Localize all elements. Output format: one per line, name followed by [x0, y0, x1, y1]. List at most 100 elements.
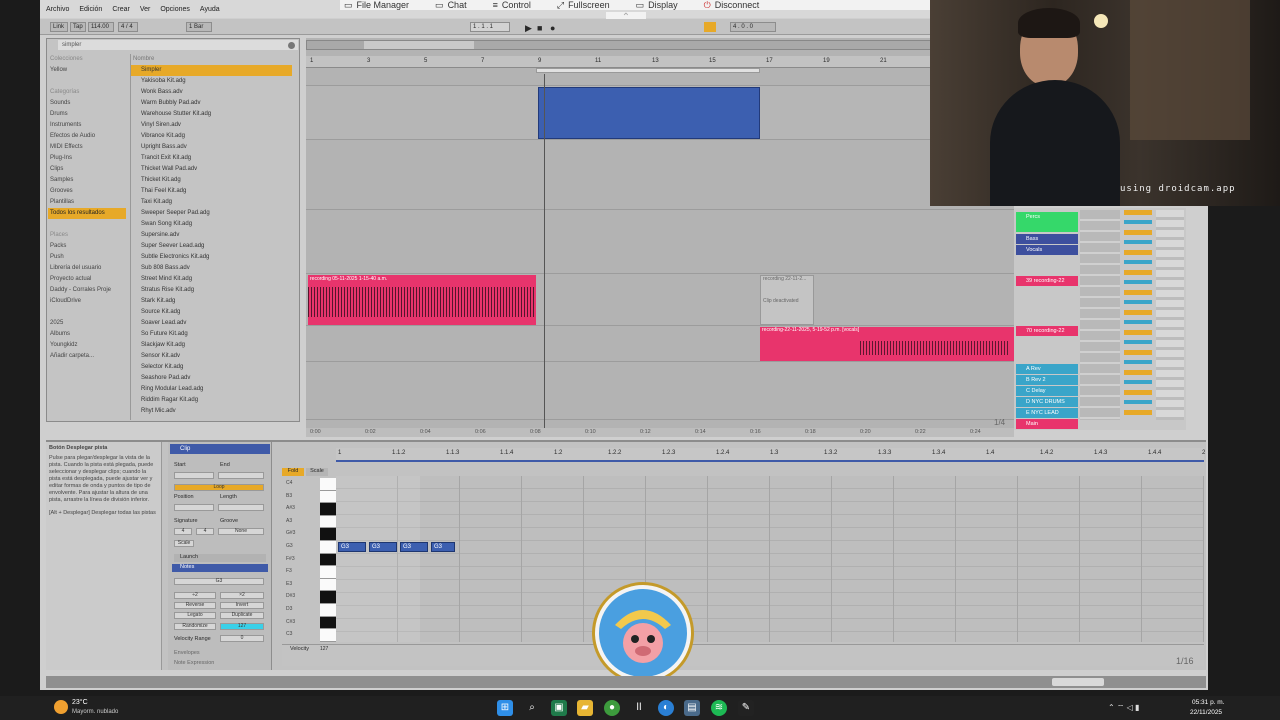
browser-category-item[interactable]: Librería del usuario: [48, 263, 126, 274]
browser-file-item[interactable]: Thicket Kit.adg: [131, 175, 292, 186]
file-list-header[interactable]: Nombre: [131, 54, 292, 65]
browser-file-item[interactable]: So Future Kit.adg: [131, 329, 292, 340]
browser-file-item[interactable]: Vinyl Siren.adv: [131, 120, 292, 131]
playhead[interactable]: [544, 74, 545, 428]
browser-file-item[interactable]: Thicket Wall Pad.adv: [131, 164, 292, 175]
groove-select[interactable]: None: [218, 528, 264, 535]
signature-denominator[interactable]: 4: [196, 528, 214, 535]
browser-file-item[interactable]: Seashore Pad.adv: [131, 373, 292, 384]
browser-category-item[interactable]: Daddy - Corrales Proje: [48, 285, 126, 296]
file-manager-button[interactable]: ▭ File Manager: [344, 0, 409, 11]
black-piano-key[interactable]: [320, 553, 336, 567]
track-header[interactable]: Percs: [1016, 212, 1078, 232]
browser-file-item[interactable]: Ring Modular Lead.adg: [131, 384, 292, 395]
play-button[interactable]: ▶: [525, 23, 532, 34]
signature-numerator[interactable]: 4: [174, 528, 192, 535]
white-piano-key[interactable]: [320, 566, 336, 579]
browser-category-item[interactable]: MIDI Effects: [48, 142, 126, 153]
ableton-icon[interactable]: ǀǀ: [631, 700, 647, 716]
chrome-icon[interactable]: ●: [604, 700, 620, 716]
browser-category-item[interactable]: Instruments: [48, 120, 126, 131]
clock-date[interactable]: 22/11/2025: [1190, 709, 1222, 716]
track-header[interactable]: A Rev: [1016, 364, 1078, 374]
browser-category-item[interactable]: Grooves: [48, 186, 126, 197]
end-field[interactable]: [218, 472, 264, 479]
track-header[interactable]: 70 recording-22: [1016, 326, 1078, 336]
track-lane-vocals[interactable]: [306, 140, 1014, 210]
browser-file-item[interactable]: Wonk Bass.adv: [131, 87, 292, 98]
audio-clip-recording-2[interactable]: recording 22-11-2... Clip deactivated: [760, 275, 814, 325]
quantize-field[interactable]: 1 Bar: [186, 22, 212, 32]
browser-search-input[interactable]: simpler: [58, 40, 298, 50]
meter-field[interactable]: 4 / 4: [118, 22, 138, 32]
browser-category-item[interactable]: Youngkidz: [48, 340, 126, 351]
browser-file-item[interactable]: Sweeper Seeper Pad.adg: [131, 208, 292, 219]
stop-button[interactable]: ■: [537, 23, 542, 33]
randomize-amount[interactable]: 127: [220, 623, 264, 630]
browser-file-item[interactable]: Soaver Lead.adv: [131, 318, 292, 329]
velocity-range-field[interactable]: 0: [220, 635, 264, 642]
fullscreen-button[interactable]: ⤢ Fullscreen: [557, 0, 610, 11]
browser-category-item[interactable]: Albums: [48, 329, 126, 340]
browser-file-item[interactable]: Selector Kit.adg: [131, 362, 292, 373]
browser-category-item[interactable]: Añadir carpeta...: [48, 351, 126, 362]
weather-desc[interactable]: Mayorm. nublado: [72, 709, 118, 715]
control-button[interactable]: ≡ Control: [493, 0, 531, 10]
notes-section[interactable]: Notes: [172, 564, 268, 572]
track-header[interactable]: C Delay: [1016, 386, 1078, 396]
scale-toggle[interactable]: Scale: [306, 468, 328, 476]
browser-file-item[interactable]: Sub 808 Bass.adv: [131, 263, 292, 274]
track-header[interactable]: Bass: [1016, 234, 1078, 244]
browser-file-item[interactable]: Yakisoba Kit.adg: [131, 76, 292, 87]
browser-category-item[interactable]: Plantillas: [48, 197, 126, 208]
track-lane-returns[interactable]: [306, 362, 1014, 420]
white-piano-key[interactable]: [320, 478, 336, 491]
browser-file-item[interactable]: Street Mind Kit.adg: [131, 274, 292, 285]
horizontal-scrollbar[interactable]: [46, 676, 1206, 688]
menu-ver[interactable]: Ver: [140, 6, 151, 18]
loop-brace[interactable]: [536, 68, 760, 73]
note-field[interactable]: G3: [174, 578, 264, 585]
browser-category-item[interactable]: Sounds: [48, 98, 126, 109]
length-field[interactable]: [218, 504, 264, 511]
black-piano-key[interactable]: [320, 591, 336, 604]
browser-file-item[interactable]: Trancit Exit Kit.adg: [131, 153, 292, 164]
audio-clip-recording-1[interactable]: recording 05-11-2025 1-15-40 a.m.: [308, 275, 536, 325]
track-header[interactable]: Vocals: [1016, 245, 1078, 255]
browser-file-item[interactable]: Subtle Electronics Kit.adg: [131, 252, 292, 263]
browser-category-item[interactable]: Push: [48, 252, 126, 263]
randomize-button[interactable]: Randomize: [174, 623, 216, 630]
start-field[interactable]: [174, 472, 214, 479]
disconnect-button[interactable]: ⏻ Disconnect: [704, 0, 760, 11]
menu-archivo[interactable]: Archivo: [46, 6, 69, 18]
white-piano-key[interactable]: [320, 578, 336, 592]
white-piano-key[interactable]: [320, 490, 336, 504]
browser-file-item[interactable]: Warehouse Stutter Kit.adg: [131, 109, 292, 120]
piano-keyboard[interactable]: [320, 478, 336, 642]
pianoroll-grid[interactable]: [336, 476, 1204, 642]
position-field[interactable]: [174, 504, 214, 511]
browser-file-item[interactable]: Taxi Kit.adg: [131, 197, 292, 208]
invert-button[interactable]: Invert: [220, 602, 264, 609]
track-header[interactable]: D NYC DRUMS: [1016, 397, 1078, 407]
spotify-icon[interactable]: ≋: [711, 700, 727, 716]
velocity-lane[interactable]: [282, 644, 1204, 666]
pianoroll-ruler[interactable]: 1 1.1.2 1.1.3 1.1.4 1.2 1.2.2 1.2.3 1.2.4 1.3 1.3…: [336, 448, 1205, 462]
browser-file-item[interactable]: Warm Bubbly Pad.adv: [131, 98, 292, 109]
midi-note[interactable]: G3: [369, 542, 397, 552]
browser-category-item[interactable]: 2025: [48, 318, 126, 329]
tempo-field[interactable]: 114.00: [88, 22, 114, 32]
white-piano-key[interactable]: [320, 541, 336, 554]
double-button[interactable]: ×2: [220, 592, 264, 599]
browser-file-item[interactable]: Stark Kit.adg: [131, 296, 292, 307]
track-header[interactable]: 39 recording-22: [1016, 276, 1078, 286]
browser-category-item[interactable]: Clips: [48, 164, 126, 175]
loop-button[interactable]: Loop: [174, 484, 264, 491]
midi-note[interactable]: G3: [400, 542, 428, 552]
menu-ayuda[interactable]: Ayuda: [200, 6, 220, 18]
track-lane-percs[interactable]: [306, 74, 1014, 86]
mixer-volume-column[interactable]: [1124, 210, 1152, 420]
chat-button[interactable]: ▭ Chat: [435, 0, 467, 11]
track-header[interactable]: E NYC LEAD: [1016, 408, 1078, 418]
browser-file-item[interactable]: Rhyt Mic.adv: [131, 406, 292, 417]
